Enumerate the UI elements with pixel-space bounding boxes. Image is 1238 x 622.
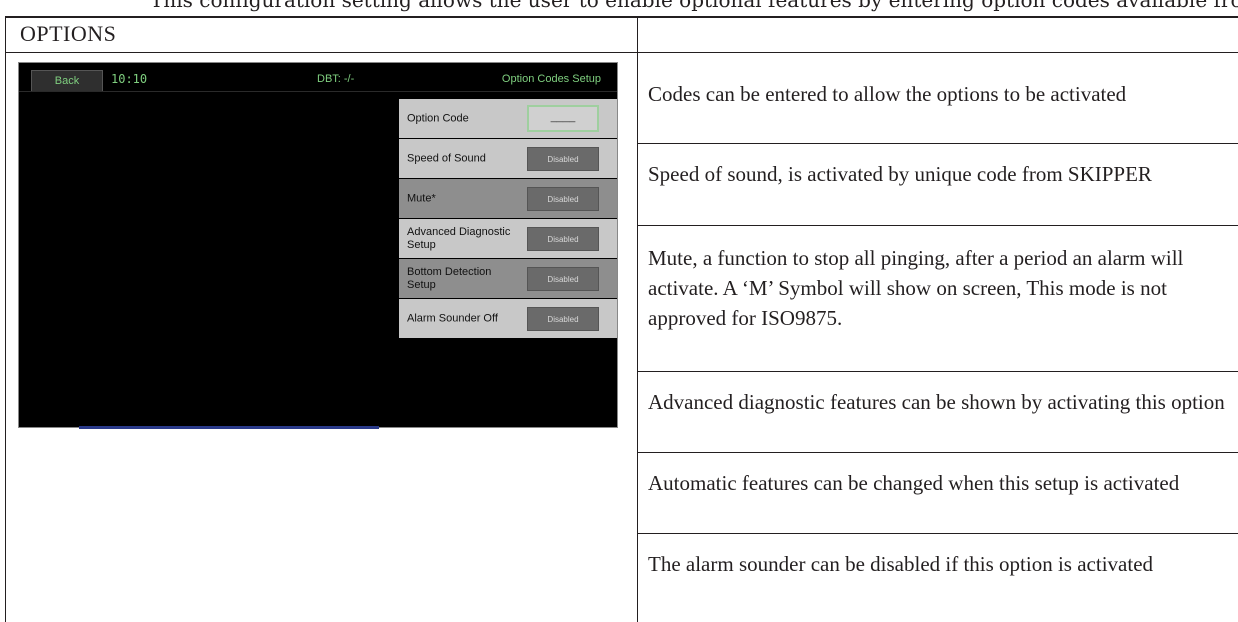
alarm-sounder-label: Alarm Sounder Off — [407, 312, 498, 324]
description-speed-of-sound: Speed of sound, is activated by unique c… — [648, 162, 1152, 186]
table-left-border — [5, 16, 6, 622]
row-divider-3 — [638, 371, 1238, 372]
option-code-input[interactable]: ____ — [527, 105, 599, 132]
section-title: OPTIONS — [20, 21, 117, 46]
description-alarm-sounder: The alarm sounder can be disabled if thi… — [648, 552, 1154, 576]
alarm-sounder-status[interactable]: Disabled — [527, 307, 599, 331]
bottom-detection-status[interactable]: Disabled — [527, 267, 599, 291]
back-button[interactable]: Back — [31, 70, 103, 92]
screen-title: Option Codes Setup — [501, 73, 601, 85]
mute-status[interactable]: Disabled — [527, 187, 599, 211]
device-topbar: Back 10:10 DBT: -/- Option Codes Setup — [19, 63, 617, 93]
advanced-diagnostic-label: Advanced Diagnostic Setup — [407, 225, 511, 251]
row-divider-1 — [638, 143, 1238, 144]
device-screenshot: Back 10:10 DBT: -/- Option Codes Setup O… — [18, 62, 618, 429]
row-divider-4 — [638, 452, 1238, 453]
column-divider — [637, 16, 638, 622]
row-divider-2 — [638, 225, 1238, 226]
topbar-divider — [19, 91, 617, 92]
mute-row[interactable]: Mute* Disabled — [399, 179, 617, 219]
option-codes-menu: Option Code ____ Speed of Sound Disabled… — [399, 99, 617, 339]
speed-of-sound-label: Speed of Sound — [407, 152, 486, 164]
description-mute: Mute, a function to stop all pinging, af… — [648, 246, 1184, 330]
speed-of-sound-row[interactable]: Speed of Sound Disabled — [399, 139, 617, 179]
device-bottom-accent — [79, 426, 379, 429]
description-advanced-diagnostic: Advanced diagnostic features can be show… — [648, 390, 1225, 414]
mute-label: Mute* — [407, 192, 436, 204]
option-code-row[interactable]: Option Code ____ — [399, 99, 617, 139]
table-top-border — [5, 16, 1238, 18]
option-code-label: Option Code — [407, 112, 469, 124]
description-option-code: Codes can be entered to allow the option… — [648, 82, 1127, 106]
description-bottom-detection: Automatic features can be changed when t… — [648, 471, 1180, 495]
bottom-detection-row[interactable]: Bottom Detection Setup Disabled — [399, 259, 617, 299]
clock: 10:10 — [111, 72, 148, 86]
dbt-readout: DBT: -/- — [317, 73, 355, 85]
speed-of-sound-status[interactable]: Disabled — [527, 147, 599, 171]
advanced-diagnostic-status[interactable]: Disabled — [527, 227, 599, 251]
advanced-diagnostic-row[interactable]: Advanced Diagnostic Setup Disabled — [399, 219, 617, 259]
title-row-divider — [5, 52, 1238, 53]
bottom-detection-label: Bottom Detection Setup — [407, 265, 492, 291]
row-divider-5 — [638, 533, 1238, 534]
alarm-sounder-row[interactable]: Alarm Sounder Off Disabled — [399, 299, 617, 339]
